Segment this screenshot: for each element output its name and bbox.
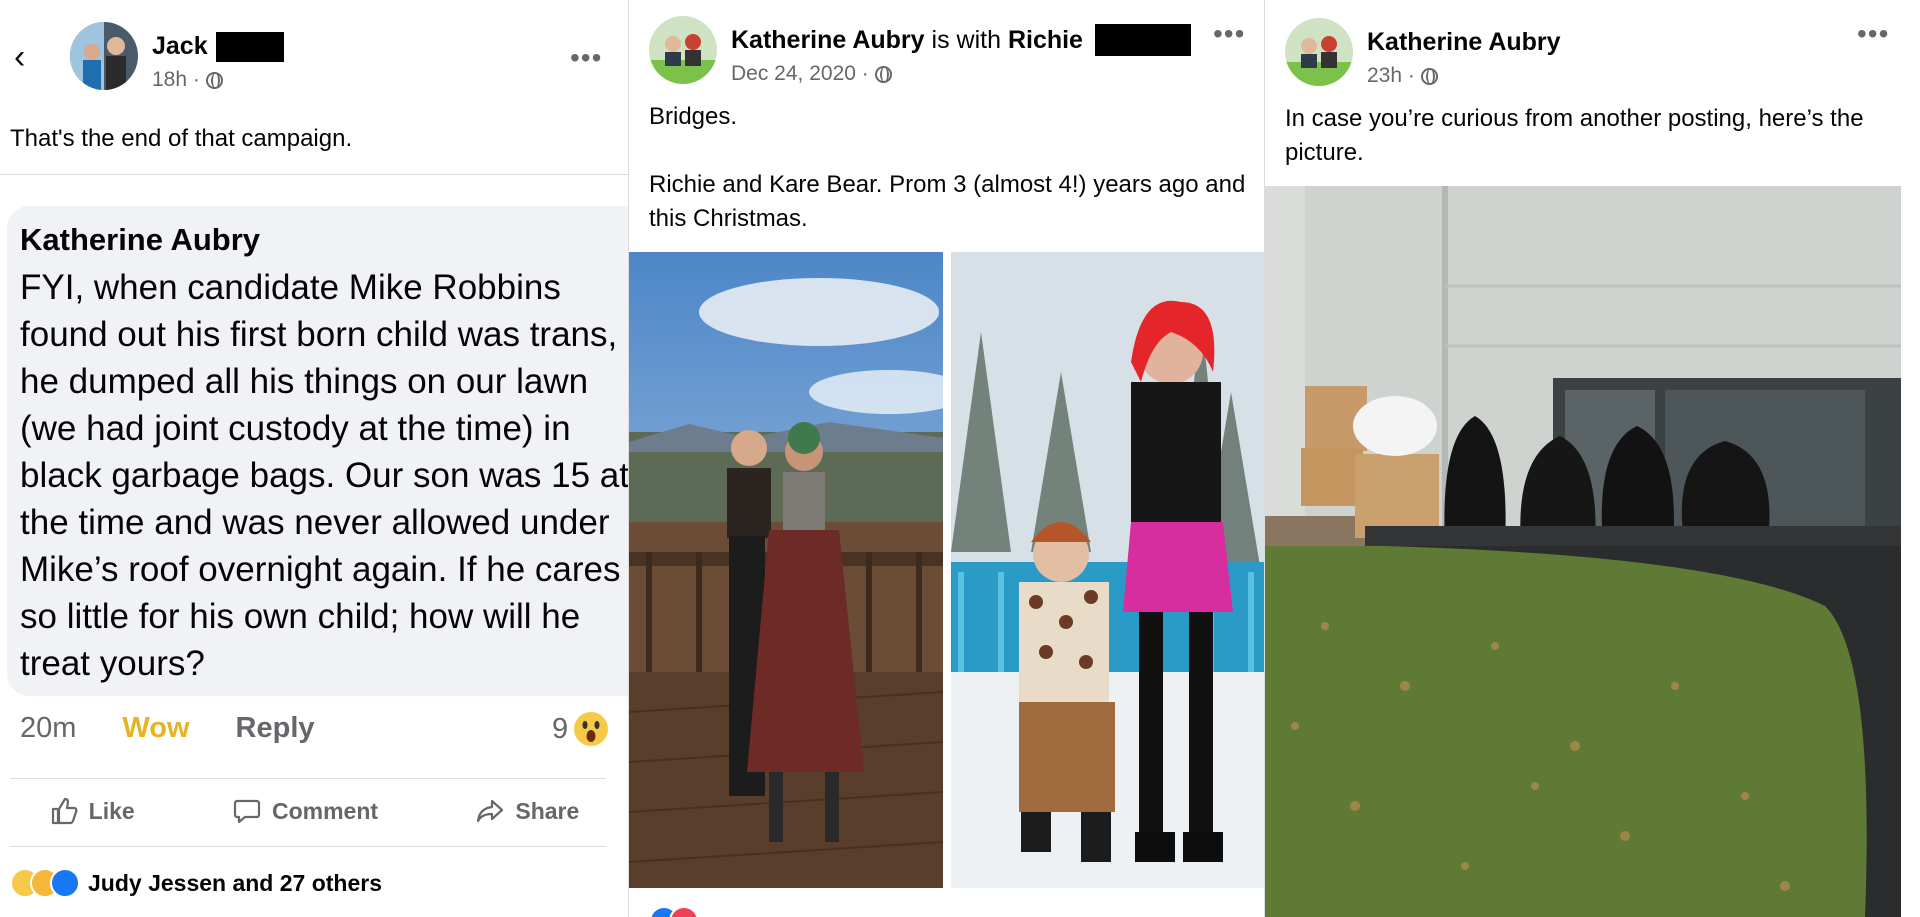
- post-time[interactable]: 18h ·: [152, 68, 200, 92]
- photo-garbage-bags[interactable]: [1265, 186, 1901, 917]
- post-text: In case you’re curious from another post…: [1285, 105, 1864, 166]
- photo-christmas[interactable]: [951, 252, 1265, 888]
- redaction-bar: [216, 32, 284, 62]
- author-line: Katherine Aubry is with Richie: [731, 26, 1083, 55]
- reaction-count: 9: [552, 712, 569, 745]
- divider: [0, 174, 628, 175]
- wow-reaction-button[interactable]: Wow: [122, 712, 189, 745]
- globe-icon: [205, 71, 223, 89]
- reply-button[interactable]: Reply: [236, 712, 315, 745]
- divider: [10, 846, 606, 847]
- post-text: That's the end of that campaign.: [10, 125, 353, 152]
- share-button[interactable]: Share: [475, 796, 579, 826]
- share-icon: [477, 799, 504, 823]
- chevron-left-icon[interactable]: ‹: [14, 40, 25, 74]
- photo-prom[interactable]: [629, 252, 943, 888]
- more-options-icon[interactable]: •••: [570, 44, 602, 72]
- quoted-author[interactable]: Katherine Aubry: [20, 222, 260, 258]
- more-options-icon[interactable]: •••: [1857, 20, 1889, 48]
- post-panel-bridges: Katherine Aubry is with Richie Dec 24, 2…: [628, 0, 1265, 917]
- post-meta: Dec 24, 2020 ·: [731, 62, 892, 86]
- wow-emoji-icon: [574, 712, 609, 746]
- reaction-summary[interactable]: Judy Jessen and 27 others: [10, 868, 382, 898]
- post-text-line-2: Richie and Kare Bear. Prom 3 (almost 4!)…: [649, 171, 1246, 232]
- globe-icon: [874, 65, 892, 83]
- tagged-name[interactable]: Richie: [1008, 26, 1083, 54]
- share-label: Share: [515, 797, 580, 824]
- love-reaction-icon: [669, 906, 699, 917]
- comment-button[interactable]: Comment: [232, 796, 378, 826]
- with-text: is with: [931, 26, 1001, 54]
- reaction-summary[interactable]: [649, 906, 699, 917]
- post-action-bar: Like Comment Share: [0, 796, 628, 826]
- more-options-icon[interactable]: •••: [1213, 20, 1245, 48]
- post-meta: 23h ·: [1367, 64, 1438, 88]
- comment-label: Comment: [272, 797, 379, 824]
- reaction-summary-text: Judy Jessen and 27 others: [88, 869, 383, 896]
- like-reaction-icon: [50, 868, 80, 898]
- divider: [10, 778, 606, 779]
- post-text-line-1: Bridges.: [649, 103, 738, 130]
- avatar[interactable]: [1285, 18, 1353, 86]
- comment-reaction-count[interactable]: 9: [552, 712, 609, 746]
- avatar[interactable]: [70, 22, 138, 90]
- author-name[interactable]: Jack: [152, 32, 208, 61]
- comment-icon: [233, 799, 261, 824]
- comment-actions: 20m Wow Reply: [20, 712, 315, 745]
- post-time[interactable]: 23h ·: [1367, 64, 1415, 88]
- like-label: Like: [88, 797, 135, 824]
- thumbs-up-icon: [51, 797, 78, 825]
- post-meta: 18h ·: [152, 68, 223, 92]
- like-button[interactable]: Like: [49, 796, 135, 826]
- globe-icon: [1420, 67, 1438, 85]
- quoted-comment-text: FYI, when candidate Mike Robbins found o…: [20, 268, 628, 683]
- post-panel-picture: Katherine Aubry 23h · ••• In case you’re…: [1264, 0, 1920, 917]
- redaction-bar: [1095, 24, 1191, 56]
- avatar[interactable]: [649, 16, 717, 84]
- comment-time[interactable]: 20m: [20, 712, 76, 745]
- post-time[interactable]: Dec 24, 2020 ·: [731, 62, 869, 86]
- post-panel-jack: ‹ Jack 18h · ••• That's the end of that …: [0, 0, 628, 917]
- author-name[interactable]: Katherine Aubry: [731, 26, 925, 54]
- author-name[interactable]: Katherine Aubry: [1367, 28, 1561, 57]
